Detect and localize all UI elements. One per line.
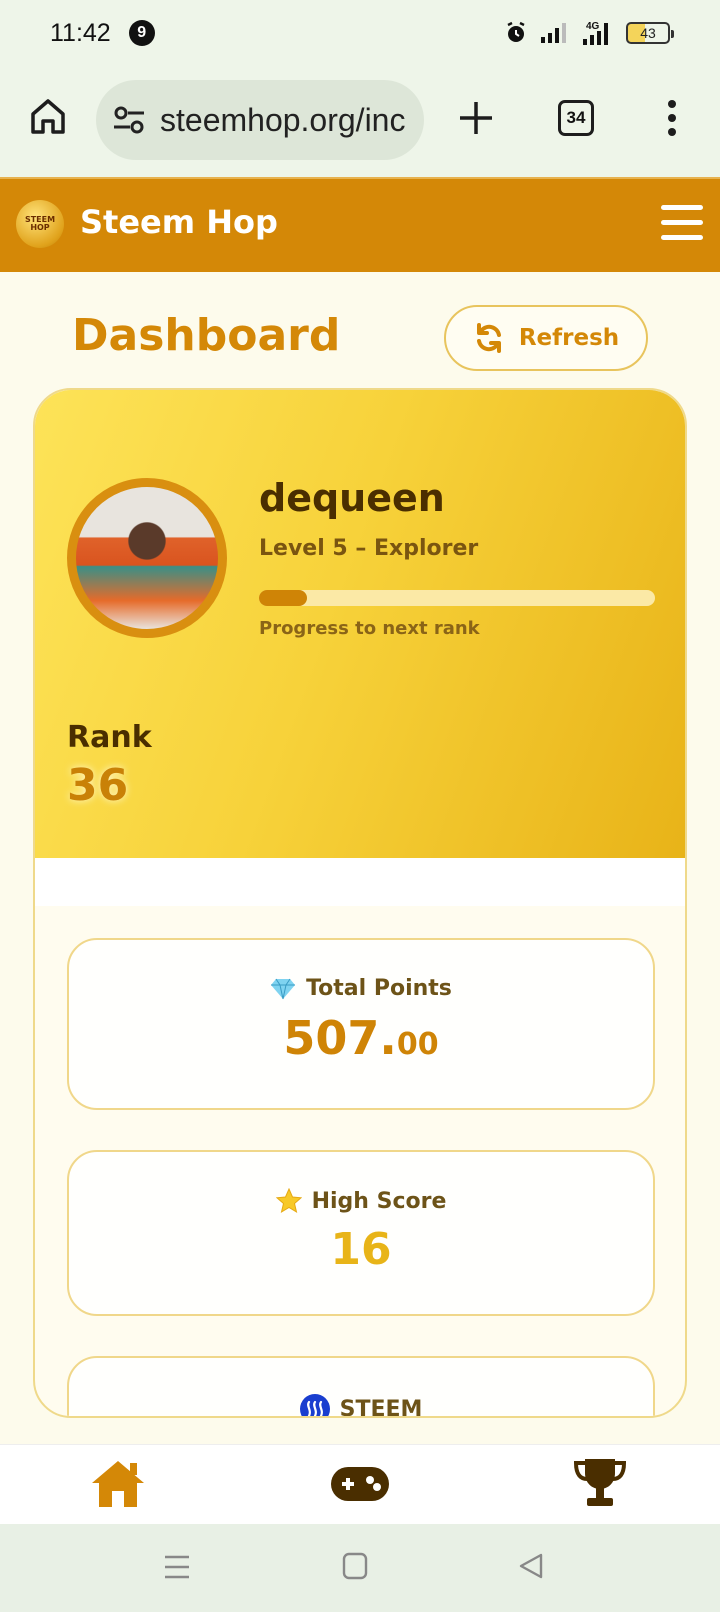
total-points-card: Total Points 507.00 [67, 938, 655, 1110]
avatar [67, 478, 227, 638]
total-points-label: Total Points [306, 976, 452, 1001]
star-icon [275, 1188, 302, 1214]
new-tab-icon[interactable] [456, 98, 496, 138]
refresh-button[interactable]: Refresh [444, 305, 648, 371]
alarm-icon [507, 21, 525, 42]
profile-hero: dequeen Level 5 – Explorer Progress to n… [35, 390, 685, 858]
high-score-label: High Score [311, 1188, 447, 1214]
rank-progress-fill [259, 590, 307, 606]
status-bar: 11:42 9 4G 43 [0, 0, 720, 66]
total-points-integer: 507. [283, 1011, 397, 1065]
logo-text: STEEM HOP [24, 215, 56, 232]
svg-text:4G: 4G [586, 21, 600, 32]
status-time: 11:42 [50, 18, 111, 47]
app-logo[interactable]: STEEM HOP [16, 200, 64, 248]
browser-home-icon[interactable] [28, 96, 68, 136]
high-score-value: 16 [330, 1224, 392, 1275]
refresh-icon [476, 323, 501, 353]
page-title: Dashboard [72, 310, 341, 361]
system-nav-bar [0, 1524, 720, 1612]
progress-label: Progress to next rank [259, 618, 480, 639]
gamepad-icon[interactable] [330, 1465, 390, 1503]
status-right: 4G 43 [504, 20, 674, 46]
refresh-label: Refresh [518, 325, 620, 351]
rank-value: 36 [67, 760, 129, 811]
signal-4g-icon: 4G [583, 21, 608, 45]
back-icon[interactable] [518, 1552, 544, 1580]
total-points-title: Total Points [69, 976, 653, 1001]
browser-menu-icon[interactable] [662, 98, 682, 138]
battery-indicator: 43 [626, 22, 674, 44]
address-bar[interactable]: steemhop.org/inc [96, 80, 424, 160]
app-title[interactable]: Steem Hop [80, 203, 278, 241]
url-text: steemhop.org/inc [160, 101, 406, 138]
gem-icon [271, 978, 296, 999]
trophy-icon[interactable] [573, 1457, 627, 1509]
steem-card: STEEM [67, 1356, 655, 1418]
rank-progress-bar [259, 590, 655, 606]
browser-toolbar: steemhop.org/inc 34 [0, 66, 720, 177]
steem-title: STEEM [69, 1394, 653, 1418]
steem-logo-icon [299, 1394, 330, 1416]
system-home-icon[interactable] [342, 1552, 368, 1580]
total-points-value: 507.00 [69, 1011, 653, 1065]
home-icon[interactable] [90, 1459, 146, 1509]
bottom-nav [0, 1444, 720, 1524]
level-text: Level 5 – Explorer [259, 536, 479, 561]
site-settings-icon[interactable] [112, 103, 146, 137]
hamburger-menu-icon[interactable] [661, 205, 703, 241]
total-points-decimal: 00 [396, 1027, 439, 1062]
profile-card: dequeen Level 5 – Explorer Progress to n… [33, 388, 687, 1418]
app-header: STEEM HOP Steem Hop [0, 177, 720, 272]
status-left: 11:42 9 [50, 19, 155, 48]
high-score-title: High Score [69, 1188, 653, 1214]
profile-divider [35, 858, 685, 906]
high-score-card: High Score 16 [67, 1150, 655, 1316]
signal-icon [541, 23, 566, 43]
rank-label: Rank [67, 720, 152, 755]
recent-apps-icon[interactable] [164, 1554, 190, 1580]
username: dequeen [259, 476, 445, 520]
notification-count-badge: 9 [128, 20, 155, 46]
steem-label: STEEM [339, 1396, 423, 1418]
tab-switcher-button[interactable]: 34 [558, 100, 594, 136]
